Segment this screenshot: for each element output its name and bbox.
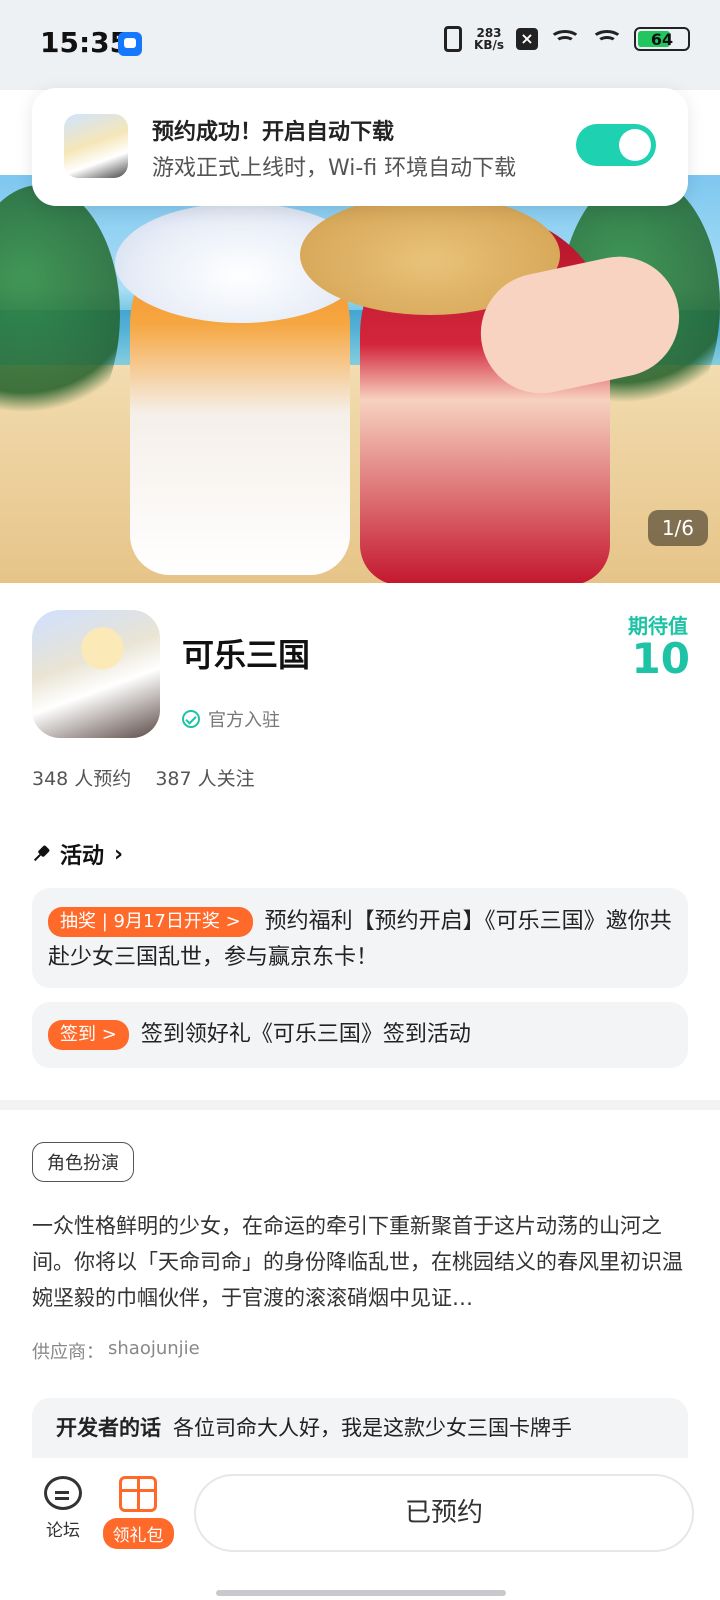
activities-header[interactable]: 活动 › bbox=[32, 838, 123, 870]
battery-icon: 64 bbox=[634, 27, 690, 51]
game-icon bbox=[32, 610, 160, 738]
game-description[interactable]: 一众性格鲜明的少女，在命运的牵引下重新聚首于这片动荡的山河之间。你将以「天命司命… bbox=[32, 1208, 692, 1316]
game-thumbnail bbox=[64, 114, 128, 178]
section-divider bbox=[0, 1100, 720, 1110]
banner-carousel[interactable]: 1/6 bbox=[0, 175, 720, 583]
reserved-button[interactable]: 已预约 bbox=[194, 1474, 694, 1552]
expectation-value: 10 bbox=[631, 634, 690, 683]
gift-icon bbox=[119, 1476, 157, 1512]
signal-off-icon: × bbox=[516, 28, 538, 50]
activity-text: 签到领好礼《可乐三国》签到活动 bbox=[140, 1022, 471, 1047]
status-time: 15:35 bbox=[40, 26, 130, 59]
check-circle-icon bbox=[182, 710, 200, 728]
chevron-right-icon: › bbox=[114, 841, 124, 867]
follower-count: 387 人关注 bbox=[155, 768, 255, 790]
activity-card-lottery[interactable]: 抽奖 | 9月17日开奖 > 预约福利【预约开启】《可乐三国》邀你共赴少女三国乱世… bbox=[32, 888, 688, 988]
chat-bubble-icon bbox=[44, 1476, 82, 1510]
developer-note[interactable]: 开发者的话 各位司命大人好，我是这款少女三国卡牌手 bbox=[32, 1398, 688, 1458]
genre-tag[interactable]: 角色扮演 bbox=[32, 1142, 134, 1182]
vibrate-icon bbox=[444, 26, 463, 52]
activity-card-checkin[interactable]: 签到 > 签到领好礼《可乐三国》签到活动 bbox=[32, 1002, 688, 1068]
game-title: 可乐三国 bbox=[182, 636, 311, 674]
auto-download-toggle[interactable] bbox=[576, 124, 656, 166]
developer-note-text: 各位司命大人好，我是这款少女三国卡牌手 bbox=[173, 1416, 572, 1440]
home-indicator[interactable] bbox=[216, 1590, 506, 1596]
developer-note-label: 开发者的话 bbox=[56, 1416, 161, 1440]
forum-button[interactable]: 论坛 bbox=[36, 1476, 90, 1541]
toast-subtitle: 游戏正式上线时，Wi-fi 环境自动下载 bbox=[152, 156, 517, 181]
supplier-info: 供应商： shaojunjie bbox=[32, 1338, 200, 1363]
toast-title: 预约成功！开启自动下载 bbox=[152, 120, 395, 145]
activity-tag: 签到 > bbox=[48, 1020, 129, 1050]
wifi-icon bbox=[549, 28, 581, 50]
app-notification-icon bbox=[118, 32, 142, 56]
status-icons: 283 KB/s × 64 bbox=[444, 26, 690, 52]
network-speed: 283 KB/s bbox=[474, 26, 504, 52]
wifi-icon bbox=[591, 28, 623, 50]
activity-tag: 抽奖 | 9月17日开奖 > bbox=[48, 907, 253, 937]
status-bar: 15:35 283 KB/s × 64 bbox=[0, 0, 720, 90]
game-stats: 348 人预约 387 人关注 bbox=[32, 764, 255, 791]
reservation-toast: 预约成功！开启自动下载 游戏正式上线时，Wi-fi 环境自动下载 bbox=[32, 88, 688, 206]
reservation-count: 348 人预约 bbox=[32, 768, 132, 790]
verified-badge: 官方入驻 bbox=[182, 706, 280, 732]
banner-counter: 1/6 bbox=[647, 510, 708, 546]
pin-icon bbox=[28, 841, 53, 866]
gift-pack-button[interactable]: 领礼包 bbox=[100, 1476, 176, 1549]
bottom-action-bar: 论坛 领礼包 已预约 bbox=[0, 1458, 720, 1600]
